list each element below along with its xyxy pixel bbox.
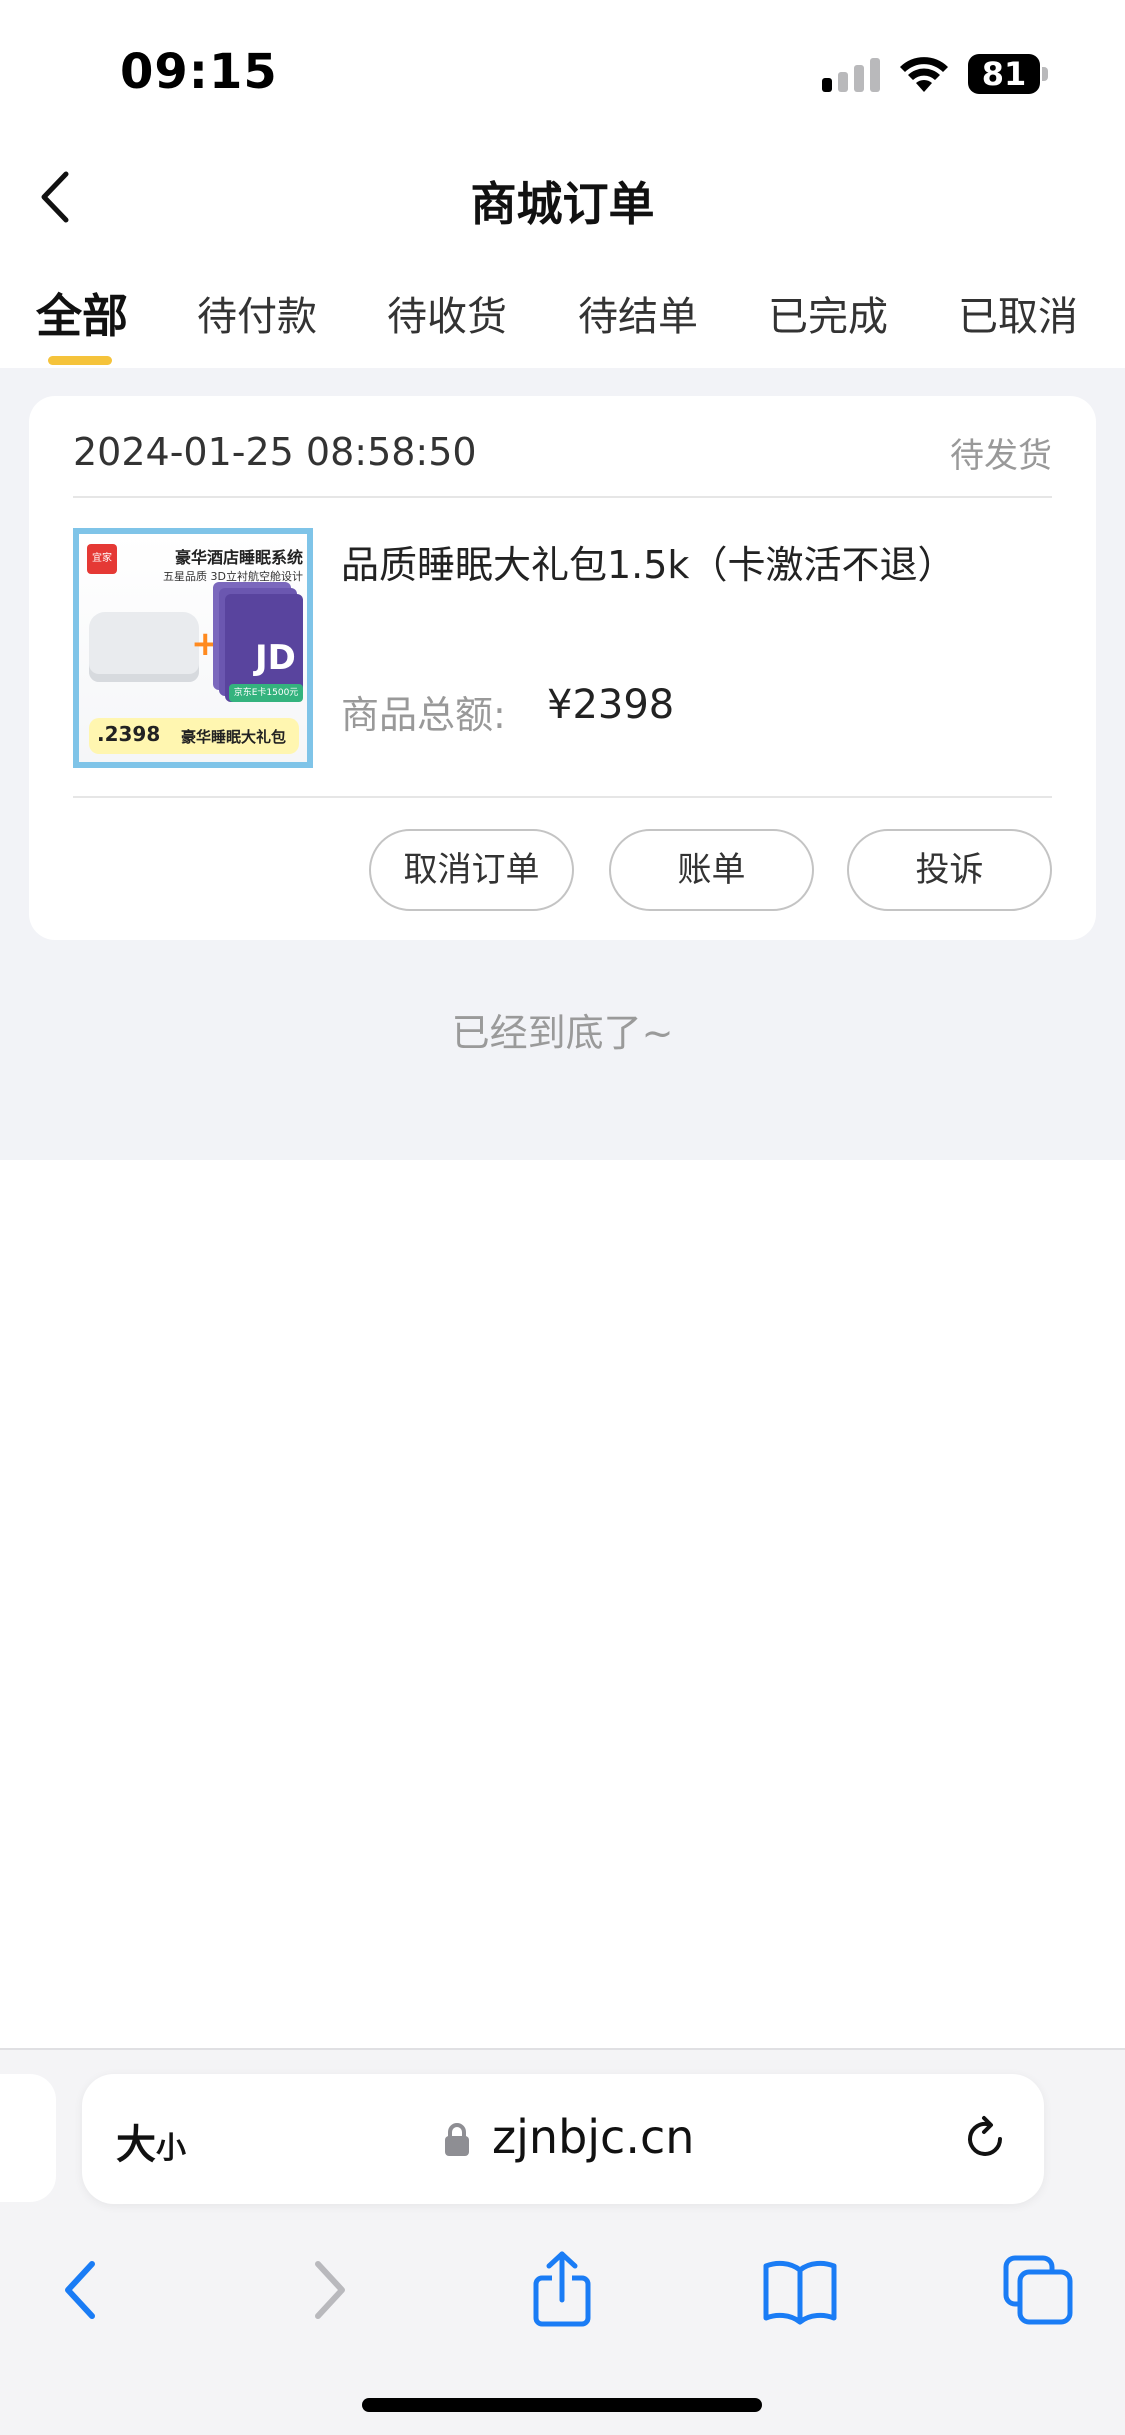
product-image-label: 豪华睡眠大礼包 [181,728,287,746]
brand-logo: 宜家 [87,544,117,574]
tab-active-indicator [48,356,112,365]
share-icon[interactable] [522,2250,602,2330]
browser-toolbar: 大小 zjnbjc.cn [0,2048,1125,2435]
card-label: 京东E卡1500元 [229,684,303,702]
lock-icon [445,2123,469,2156]
tab-pending-payment[interactable]: 待付款 [197,284,317,342]
tab-all[interactable]: 全部 [36,280,128,346]
quilt-illustration [89,612,199,682]
order-card[interactable]: 2024-01-25 08:58:50 待发货 宜家 豪华酒店睡眠系统 五星品质… [29,396,1096,940]
product-image-title: 豪华酒店睡眠系统 [174,548,303,567]
wifi-icon [900,57,948,92]
page-title: 商城订单 [470,177,655,231]
order-time: 2024-01-25 08:58:50 [73,430,477,474]
tab-pending-settlement[interactable]: 待结单 [578,284,698,342]
list-end-text: 已经到底了~ [451,1011,674,1055]
text-size-button[interactable]: 大小 [116,2112,186,2170]
plus-icon: + [191,624,220,664]
nav-bar: 商城订单 [0,140,1125,258]
divider [73,496,1052,498]
battery-icon: 81 [968,54,1048,94]
product-name[interactable]: 品质睡眠大礼包1.5k（卡激活不退） [341,534,955,589]
order-tabs: 全部 待付款 待收货 待结单 已完成 已取消 [0,258,1125,368]
divider [73,796,1052,798]
product-image-subtitle: 五星品质 3D立衬航空舱设计 [163,570,303,583]
browser-forward-icon[interactable] [286,2250,366,2330]
home-indicator [362,2398,762,2412]
bill-button[interactable]: 账单 [609,829,814,911]
tab-cancelled[interactable]: 已取消 [958,284,1078,342]
address-bar[interactable]: 大小 zjnbjc.cn [82,2074,1044,2204]
bookmarks-icon[interactable] [760,2250,840,2330]
total-value: ¥2398 [547,682,675,728]
previous-tab-preview[interactable] [0,2074,56,2202]
text-size-small: 小 [156,2131,186,2166]
tab-pending-receipt[interactable]: 待收货 [387,284,507,342]
order-status-badge: 待发货 [950,436,1052,476]
card-mark: JD [255,638,296,678]
url-text[interactable]: zjnbjc.cn [492,2110,694,2164]
product-image-price-banner: .2398 豪华睡眠大礼包 [89,718,299,754]
total-label: 商品总额: [341,693,506,737]
complaint-button[interactable]: 投诉 [847,829,1052,911]
status-time: 09:15 [120,44,278,100]
product-image[interactable]: 宜家 豪华酒店睡眠系统 五星品质 3D立衬航空舱设计 + JD 京东E卡1500… [73,528,313,768]
cancel-order-button[interactable]: 取消订单 [369,829,574,911]
browser-back-icon[interactable] [44,2250,124,2330]
status-bar: 09:15 81 [0,0,1125,140]
text-size-large: 大 [116,2122,156,2168]
signal-icon [822,56,882,92]
product-image-price: .2398 [97,722,161,746]
tab-completed[interactable]: 已完成 [768,284,888,342]
battery-level: 81 [968,54,1040,94]
tabs-icon[interactable] [998,2250,1078,2330]
reload-icon[interactable] [960,2114,1010,2164]
